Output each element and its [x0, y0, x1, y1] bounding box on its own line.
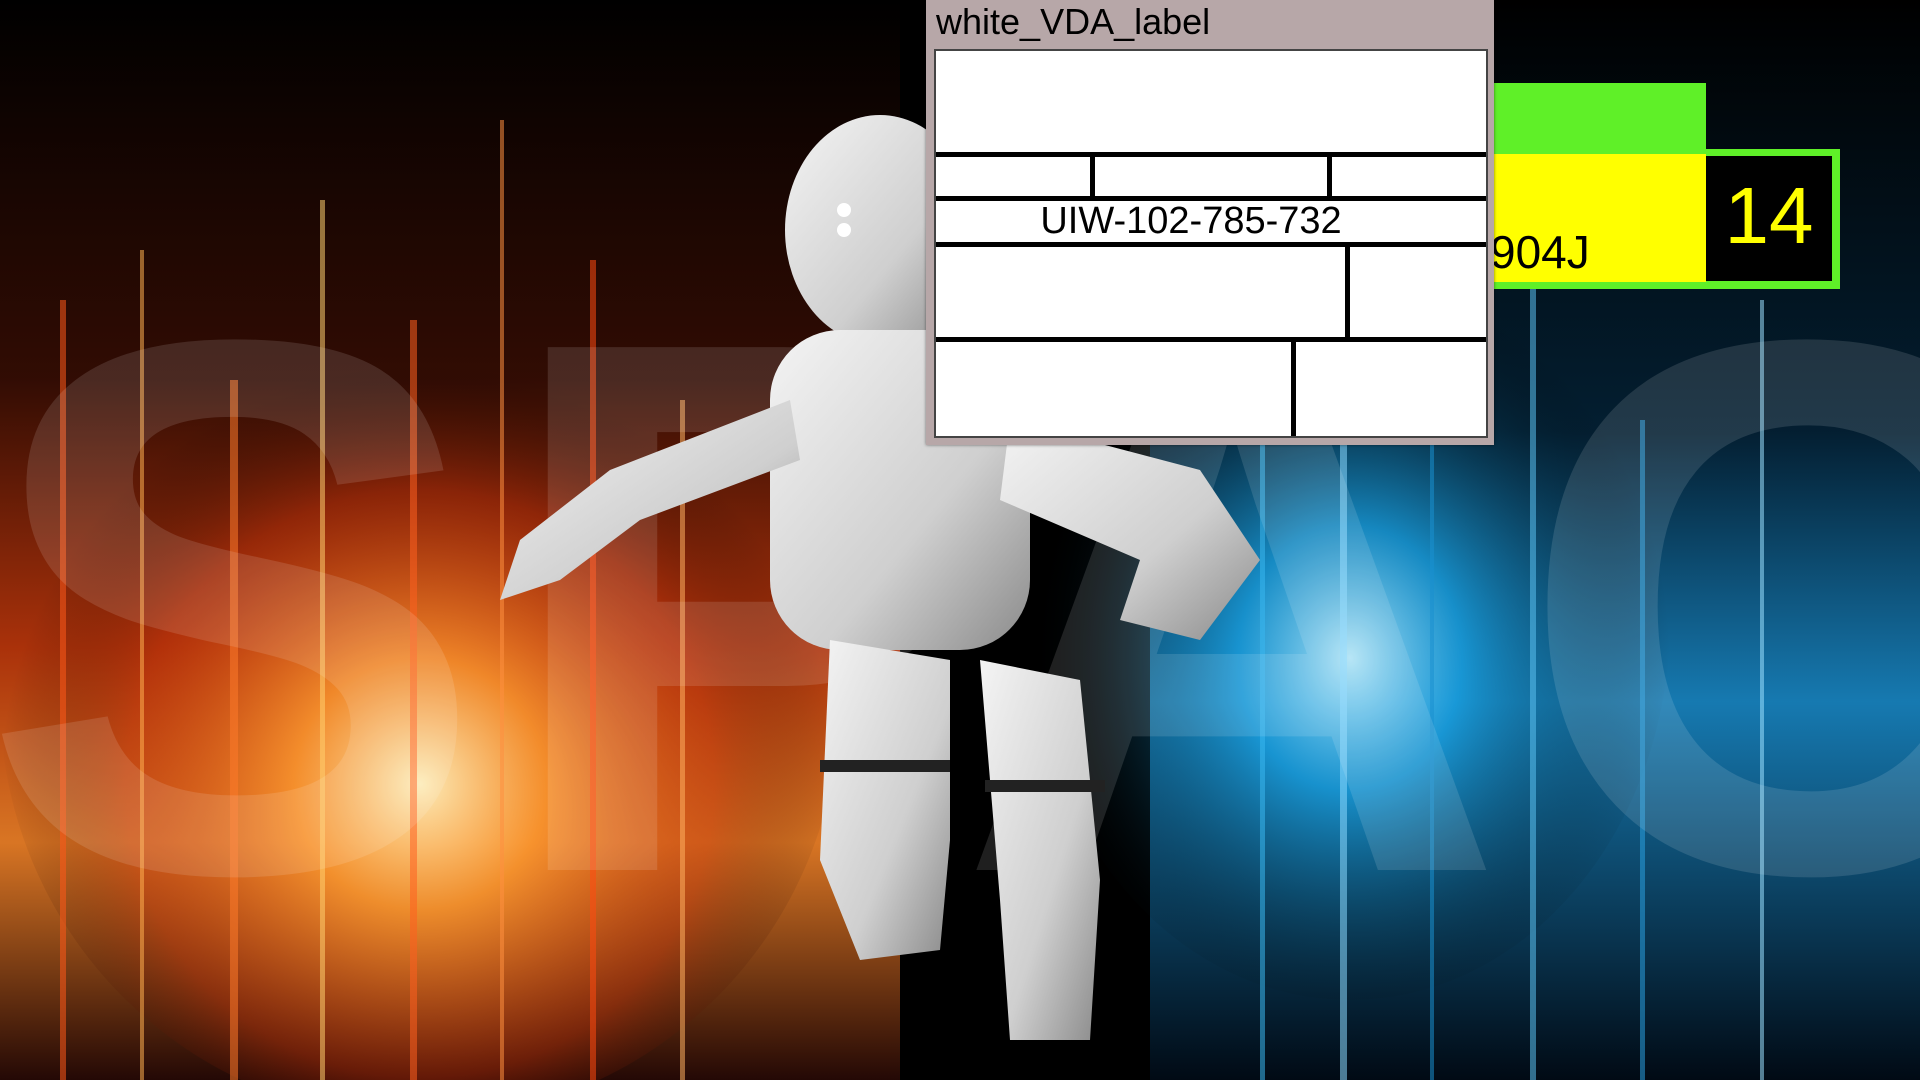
- form-divider: [1345, 242, 1350, 339]
- form-rule: [936, 242, 1486, 247]
- label-code: 904J: [1490, 226, 1590, 278]
- label-serial-number: UIW-102-785-732: [1040, 200, 1342, 242]
- label-number-box: 14: [1706, 156, 1832, 281]
- white-window-title: white_VDA_label: [936, 1, 1211, 42]
- form-divider: [1090, 152, 1095, 198]
- form-divider: [1291, 337, 1296, 436]
- vda-label-form: UIW-102-785-732: [934, 49, 1488, 438]
- label-number: 14: [1724, 171, 1814, 260]
- form-rule: [936, 152, 1486, 157]
- form-divider: [1327, 152, 1332, 198]
- desktop: SPACE abel 14 904J: [0, 0, 1920, 1080]
- white-vda-label-window[interactable]: white_VDA_label UIW-102-785-732: [926, 0, 1494, 445]
- form-rule: [936, 337, 1486, 342]
